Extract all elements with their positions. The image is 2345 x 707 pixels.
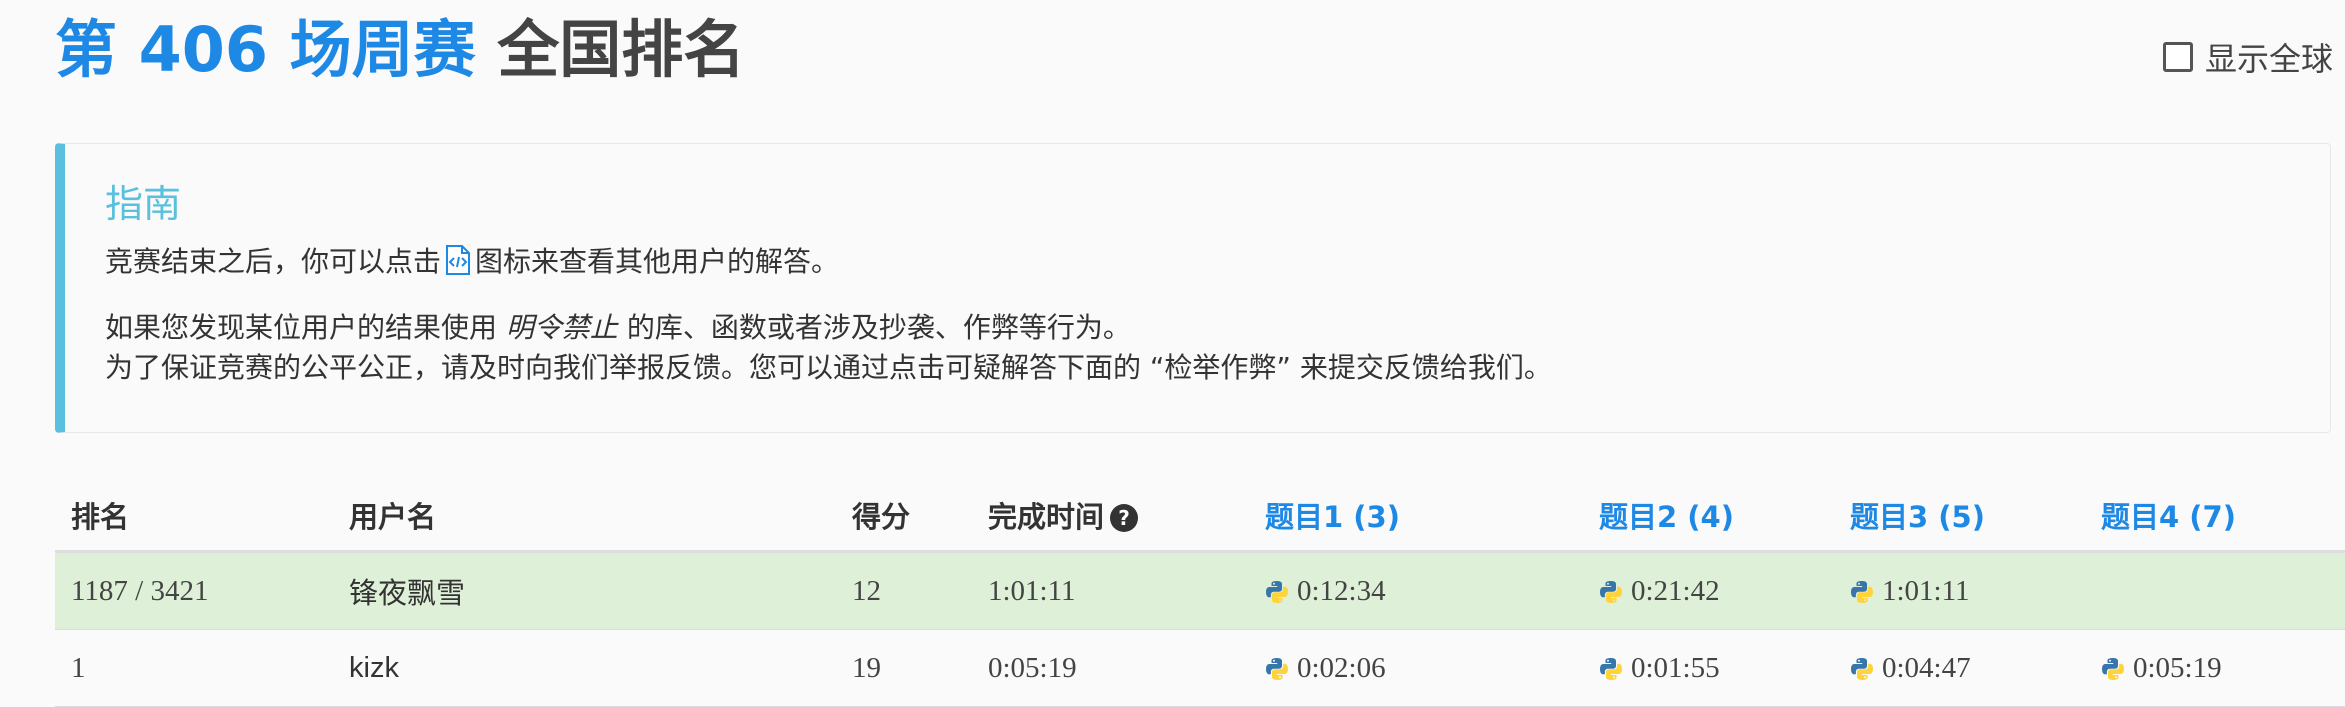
python-icon[interactable] <box>1850 657 1874 681</box>
cell-finish: 0:05:19 <box>972 629 1249 707</box>
header-q4[interactable]: 题目4 (7) <box>2085 480 2345 553</box>
cell-q3[interactable]: 1:01:11 <box>1834 551 2085 630</box>
cell-q3[interactable]: 0:04:47 <box>1834 629 2085 707</box>
header-rank: 排名 <box>55 480 333 553</box>
cell-q1-time: 0:12:34 <box>1297 574 1386 607</box>
header-finish-time: 完成时间? <box>972 480 1249 553</box>
contest-name[interactable]: 第 406 场周赛 <box>55 13 476 86</box>
header-finish-time-label: 完成时间 <box>988 500 1105 534</box>
header-username: 用户名 <box>333 480 836 553</box>
guide-line-2-start: 如果您发现某位用户的结果使用 <box>105 311 498 344</box>
guide-panel: 指南 竞赛结束之后，你可以点击 图标来查看其他用户的解答。 如果您发现某位用户的… <box>55 143 2331 433</box>
cell-q2[interactable]: 0:21:42 <box>1583 551 1834 630</box>
header-q1[interactable]: 题目1 (3) <box>1249 480 1583 553</box>
cell-user[interactable]: 锋夜飘雪 <box>333 551 836 630</box>
table-row: 1 kizk 19 0:05:19 0:02:06 0:01:55 0:04:4… <box>55 629 2345 707</box>
cell-q3-time: 1:01:11 <box>1882 574 1970 607</box>
cell-q2[interactable]: 0:01:55 <box>1583 629 1834 707</box>
python-icon[interactable] <box>1599 657 1623 681</box>
code-document-icon <box>446 245 471 275</box>
cell-q4 <box>2085 551 2345 630</box>
guide-line-1-start: 竞赛结束之后，你可以点击 <box>105 245 442 278</box>
cell-q1[interactable]: 0:12:34 <box>1249 551 1583 630</box>
python-icon[interactable] <box>2101 657 2125 681</box>
cell-score: 12 <box>836 551 972 630</box>
header-score: 得分 <box>836 480 972 553</box>
cell-finish: 1:01:11 <box>972 551 1249 630</box>
python-icon[interactable] <box>1265 580 1289 604</box>
cell-q4[interactable]: 0:05:19 <box>2085 629 2345 707</box>
question-icon[interactable]: ? <box>1110 504 1139 532</box>
cell-rank: 1 <box>55 629 333 707</box>
cell-q4-time: 0:05:19 <box>2133 651 2222 684</box>
cell-rank: 1187 / 3421 <box>55 551 333 630</box>
cell-score: 19 <box>836 629 972 707</box>
cell-q3-time: 0:04:47 <box>1882 651 1971 684</box>
cell-q2-time: 0:01:55 <box>1631 651 1720 684</box>
cell-q2-time: 0:21:42 <box>1631 574 1720 607</box>
cell-q1[interactable]: 0:02:06 <box>1249 629 1583 707</box>
cell-q1-time: 0:02:06 <box>1297 651 1386 684</box>
show-global-label: 显示全球 <box>2204 40 2333 78</box>
python-icon[interactable] <box>1265 657 1289 681</box>
show-global-checkbox[interactable] <box>2162 42 2193 72</box>
header-q2[interactable]: 题目2 (4) <box>1583 480 1834 553</box>
guide-line-2-emphasis: 明令禁止 <box>505 311 618 344</box>
show-global-toggle[interactable]: 显示全球 <box>2162 34 2333 80</box>
guide-heading: 指南 <box>105 182 182 226</box>
table-row-me: 1187 / 3421 锋夜飘雪 12 1:01:11 0:12:34 0:21… <box>55 551 2345 630</box>
python-icon[interactable] <box>1850 580 1874 604</box>
cell-user[interactable]: kizk <box>333 629 836 707</box>
guide-line-2: 如果您发现某位用户的结果使用 明令禁止 的库、函数或者涉及抄袭、作弊等行为。 <box>105 308 2330 348</box>
python-icon[interactable] <box>1599 580 1623 604</box>
guide-line-2-end: 的库、函数或者涉及抄袭、作弊等行为。 <box>626 311 1131 344</box>
header-q3[interactable]: 题目3 (5) <box>1834 480 2085 553</box>
guide-line-3: 为了保证竞赛的公平公正，请及时向我们举报反馈。您可以通过点击可疑解答下面的 “检… <box>105 351 1552 384</box>
ranking-table: 排名 用户名 得分 完成时间? 题目1 (3) 题目2 (4) 题目3 (5) … <box>55 480 2345 707</box>
page-title: 第 406 场周赛 全国排名 <box>55 14 745 86</box>
table-header-row: 排名 用户名 得分 完成时间? 题目1 (3) 题目2 (4) 题目3 (5) … <box>55 480 2345 553</box>
guide-line-1: 竞赛结束之后，你可以点击 图标来查看其他用户的解答。 <box>105 242 2330 282</box>
ranking-title: 全国排名 <box>497 13 746 86</box>
guide-line-1-end: 图标来查看其他用户的解答。 <box>475 245 840 278</box>
